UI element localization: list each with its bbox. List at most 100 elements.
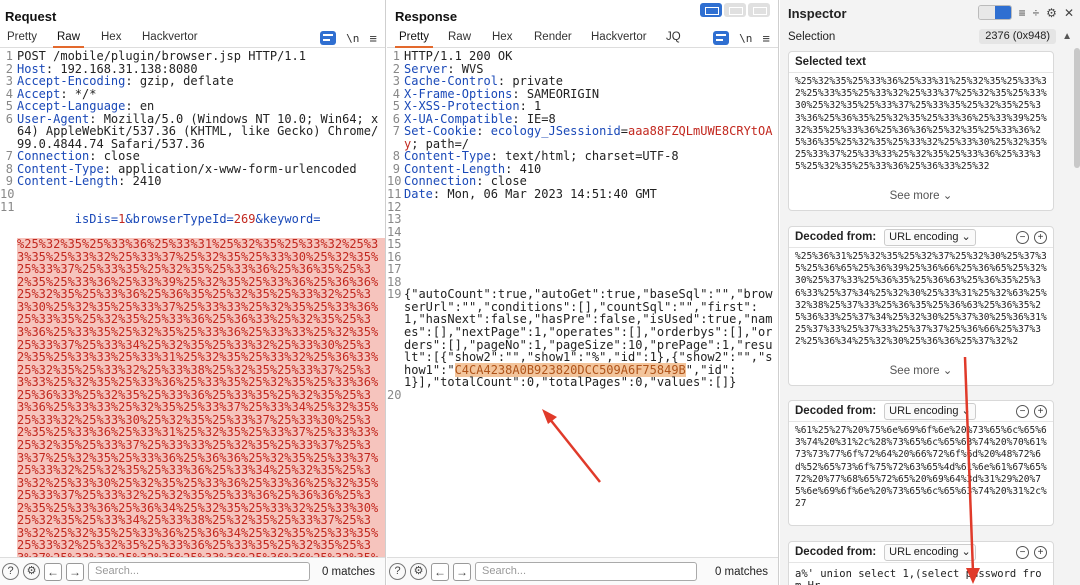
prev-match-button[interactable]: ← [44, 562, 62, 581]
tab-jq[interactable]: JQ [666, 31, 681, 43]
align-icon[interactable]: ≡ [1019, 6, 1026, 20]
json-body-line: 19 {"autoCount":true,"autoGet":true,"bas… [387, 288, 778, 388]
remove-icon[interactable]: − [1016, 230, 1029, 244]
line-number: 17 [387, 262, 402, 277]
search-input[interactable]: Search... [475, 562, 697, 581]
selection-row[interactable]: Selection 2376 (0x948) ▲ [780, 27, 1080, 46]
menu-icon[interactable]: ≡ [369, 31, 377, 46]
tab-pretty[interactable]: Pretty [394, 31, 434, 48]
response-search-bar: ? ⚙ ← → Search... 0 matches [387, 557, 778, 585]
vertical-view-icon[interactable] [748, 3, 770, 17]
cookie-name: ecology_JSessionid [490, 124, 621, 139]
tab-raw[interactable]: Raw [52, 31, 85, 48]
decoder-select[interactable]: URL encoding ⌄ [884, 543, 976, 561]
pretty-print-icon[interactable] [713, 31, 730, 45]
add-icon[interactable]: + [1034, 545, 1047, 559]
tab-pretty[interactable]: Pretty [7, 31, 37, 43]
layout-toggle[interactable] [700, 3, 770, 17]
gear-icon[interactable]: ⚙ [410, 563, 427, 580]
add-icon[interactable]: + [1034, 404, 1047, 418]
request-search-bar: ? ⚙ ← → Search... 0 matches [0, 557, 385, 585]
selected-payload[interactable]: %25%32%35%25%33%36%25%33%31%25%32%35%25%… [17, 238, 385, 557]
menu-icon[interactable]: ≡ [762, 31, 770, 46]
help-icon[interactable]: ? [389, 563, 406, 580]
tab-hex[interactable]: Hex [492, 31, 512, 43]
editor-line: 10 [0, 188, 385, 201]
response-editor[interactable]: 1 HTTP/1.1 200 OK 2 Server: WVS 3 Cache-Contr… [387, 50, 778, 557]
line-number: 5 [392, 99, 400, 114]
close-icon[interactable]: ✕ [1064, 6, 1074, 20]
header-value: : gzip, deflate [125, 74, 234, 89]
newline-icon[interactable]: \n [739, 32, 752, 45]
decoded-body-1: %25%36%31%25%32%35%25%32%37%25%32%30%25%… [795, 251, 1047, 348]
line-text [404, 251, 778, 264]
search-input[interactable]: Search... [88, 562, 310, 581]
header-name: Date [404, 187, 433, 202]
chevron-down-icon: ⌄ [942, 190, 953, 202]
line-number: 15 [387, 237, 402, 252]
decoded-card-2: Decoded from: URL encoding ⌄ − + %61%25%2… [788, 400, 1054, 526]
horizontal-view-icon[interactable] [724, 3, 746, 17]
decoded-card-1: Decoded from: URL encoding ⌄ − + %25%36%3… [788, 226, 1054, 386]
header-name: Content-Length [17, 174, 119, 189]
selection-label: Selection [788, 30, 836, 43]
decoded-label: Decoded from: [795, 231, 877, 243]
gear-icon[interactable]: ⚙ [23, 563, 40, 580]
line-text [17, 188, 385, 201]
request-body-line: 11 isDis=1&browserTypeId=269&keyword= %2… [0, 199, 385, 557]
layout-segment[interactable] [977, 5, 1012, 20]
next-match-button[interactable]: → [66, 562, 84, 581]
request-editor[interactable]: 1 POST /mobile/plugin/browser.jsp HTTP/1.… [0, 50, 385, 557]
scrollbar[interactable] [1074, 48, 1080, 168]
tab-raw[interactable]: Raw [448, 31, 471, 43]
line-number: 11 [0, 199, 15, 214]
next-match-button[interactable]: → [453, 562, 471, 581]
tab-hex[interactable]: Hex [101, 31, 121, 43]
split-view-icon[interactable] [700, 3, 722, 17]
decoded-body-2: %61%25%27%20%75%6e%69%6f%6e%20%73%65%6c%… [795, 425, 1047, 510]
split-icon[interactable]: ÷ [1033, 6, 1040, 20]
tab-hackvertor[interactable]: Hackvertor [591, 31, 647, 43]
chevron-up-icon[interactable]: ▲ [1062, 31, 1072, 42]
line-number: 3 [392, 74, 400, 89]
gear-icon[interactable]: ⚙ [1046, 6, 1057, 20]
empty-line: 20 [387, 389, 778, 402]
editor-line: 13 [387, 213, 778, 226]
add-icon[interactable]: + [1034, 230, 1047, 244]
inspector-pane: Inspector ≡ ÷ ⚙ ✕ Selection 2376 (0x948)… [780, 0, 1080, 585]
tab-hackvertor[interactable]: Hackvertor [142, 31, 198, 43]
line-number: 5 [5, 99, 13, 114]
param-name: keyword [262, 212, 314, 227]
remove-icon[interactable]: − [1016, 404, 1029, 418]
tab-render[interactable]: Render [534, 31, 572, 43]
inspector-title: Inspector [788, 6, 847, 21]
header-value: : Mon, 06 Mar 2023 14:51:40 GMT [432, 187, 657, 202]
line-number: 3 [5, 74, 13, 89]
line-text [404, 201, 778, 214]
editor-line: 14 [387, 226, 778, 239]
remove-icon[interactable]: − [1016, 545, 1029, 559]
param-name: browserTypeId [132, 212, 227, 227]
prev-match-button[interactable]: ← [431, 562, 449, 581]
see-more-button[interactable]: See more ⌄ [789, 363, 1053, 377]
response-title: Response [395, 9, 458, 24]
request-tabs: Pretty Raw Hex Hackvertor \n ≡ [0, 28, 385, 48]
param-value: 269 [233, 212, 256, 227]
editor-line: 9 Content-Length: 2410 [0, 175, 385, 188]
decoder-select[interactable]: URL encoding ⌄ [884, 402, 976, 420]
selection-count: 2376 (0x948) [979, 29, 1057, 44]
line-number: 7 [392, 124, 400, 139]
decoded-label: Decoded from: [795, 546, 877, 558]
param-name: isDis [74, 212, 111, 227]
help-icon[interactable]: ? [2, 563, 19, 580]
card-title: Selected text [795, 56, 866, 68]
request-pane: Request Pretty Raw Hex Hackvertor \n ≡ 1… [0, 0, 386, 585]
see-more-button[interactable]: See more ⌄ [789, 188, 1053, 202]
match-count: 0 matches [714, 565, 768, 578]
editor-line: 17 [387, 263, 778, 276]
newline-icon[interactable]: \n [346, 32, 359, 45]
response-tabs: Pretty Raw Hex Render Hackvertor JQ \n ≡ [387, 28, 778, 48]
pretty-print-icon[interactable] [320, 31, 337, 45]
decoder-select[interactable]: URL encoding ⌄ [884, 228, 976, 246]
line-number: 1 [5, 50, 13, 63]
